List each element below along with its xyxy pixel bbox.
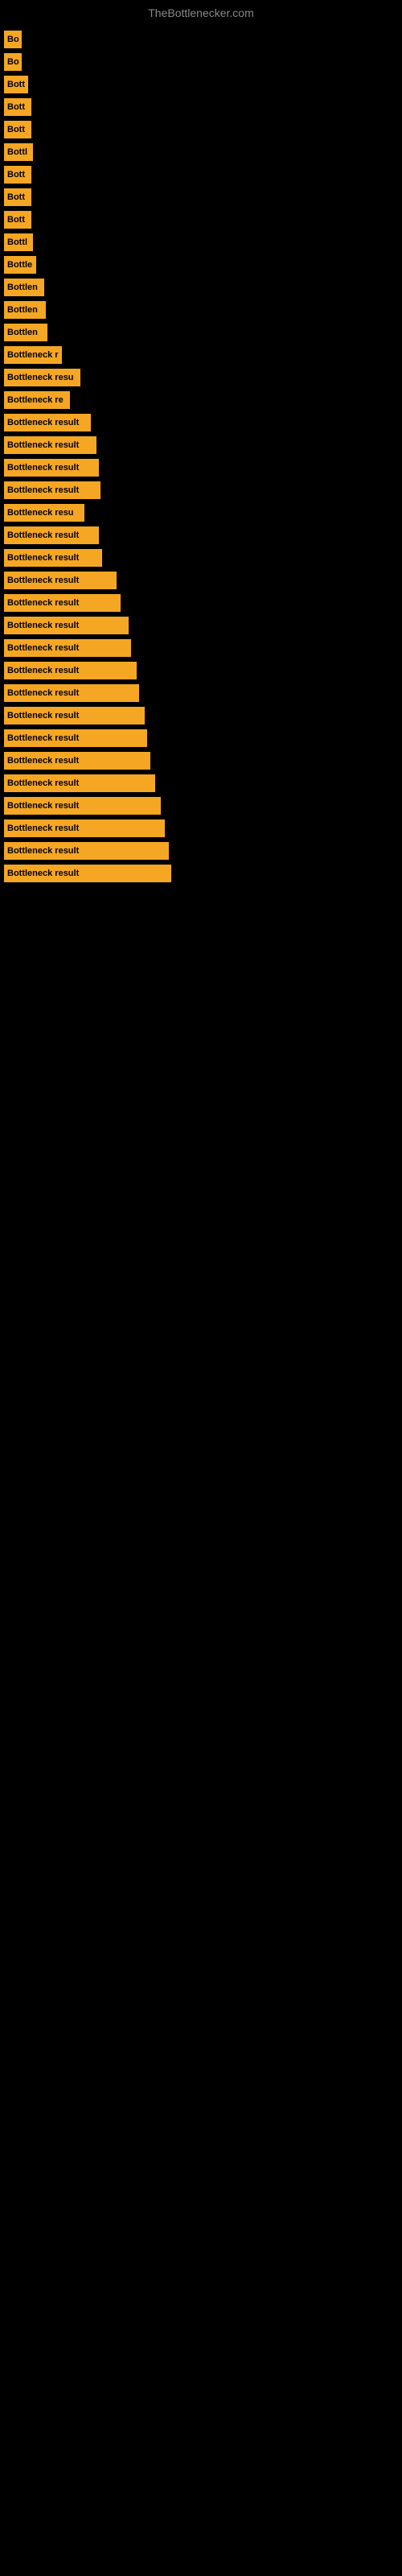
list-item: Bottleneck resu	[4, 369, 398, 386]
bottleneck-label: Bo	[4, 31, 22, 48]
list-item: Bott	[4, 166, 398, 184]
bottleneck-label: Bott	[4, 188, 31, 206]
bottleneck-label: Bottleneck resu	[4, 504, 84, 522]
bottleneck-label: Bottle	[4, 256, 36, 274]
bottleneck-label: Bo	[4, 53, 22, 71]
list-item: Bottleneck resu	[4, 504, 398, 522]
list-item: Bottleneck result	[4, 617, 398, 634]
bottleneck-label: Bott	[4, 121, 31, 138]
list-item: Bottlen	[4, 324, 398, 341]
bottleneck-label: Bottleneck result	[4, 865, 171, 882]
list-item: Bottleneck r	[4, 346, 398, 364]
bottleneck-label: Bottlen	[4, 279, 44, 296]
bottleneck-label: Bott	[4, 211, 31, 229]
bottleneck-label: Bottl	[4, 143, 33, 161]
bottleneck-label: Bottleneck re	[4, 391, 70, 409]
bottleneck-label: Bottleneck result	[4, 481, 100, 499]
site-title: TheBottlenecker.com	[0, 0, 402, 23]
list-item: Bottleneck result	[4, 594, 398, 612]
list-item: Bottleneck result	[4, 481, 398, 499]
list-item: Bottleneck re	[4, 391, 398, 409]
bottleneck-label: Bottleneck result	[4, 819, 165, 837]
list-item: Bottleneck result	[4, 639, 398, 657]
bottleneck-label: Bottleneck result	[4, 842, 169, 860]
list-item: Bottleneck result	[4, 774, 398, 792]
bottleneck-label: Bottl	[4, 233, 33, 251]
list-item: Bottle	[4, 256, 398, 274]
list-item: Bottleneck result	[4, 729, 398, 747]
list-item: Bottleneck result	[4, 797, 398, 815]
items-container: Bo Bo Bott Bott Bott Bottl Bott Bott Bott Bottl Bo…	[0, 23, 402, 895]
bottleneck-label: Bottleneck result	[4, 459, 99, 477]
list-item: Bottl	[4, 143, 398, 161]
bottleneck-label: Bottleneck r	[4, 346, 62, 364]
bottleneck-label: Bott	[4, 166, 31, 184]
bottleneck-label: Bottlen	[4, 301, 46, 319]
list-item: Bottleneck result	[4, 436, 398, 454]
list-item: Bott	[4, 211, 398, 229]
bottleneck-label: Bottleneck result	[4, 752, 150, 770]
list-item: Bott	[4, 188, 398, 206]
bottleneck-label: Bottleneck result	[4, 572, 117, 589]
bottleneck-label: Bottlen	[4, 324, 47, 341]
bottleneck-label: Bott	[4, 98, 31, 116]
list-item: Bott	[4, 121, 398, 138]
bottleneck-label: Bottleneck result	[4, 436, 96, 454]
bottleneck-label: Bottleneck resu	[4, 369, 80, 386]
bottleneck-label: Bott	[4, 76, 28, 93]
bottleneck-label: Bottleneck result	[4, 684, 139, 702]
list-item: Bottleneck result	[4, 459, 398, 477]
list-item: Bott	[4, 76, 398, 93]
list-item: Bottl	[4, 233, 398, 251]
list-item: Bottleneck result	[4, 752, 398, 770]
list-item: Bottleneck result	[4, 819, 398, 837]
list-item: Bottleneck result	[4, 414, 398, 431]
list-item: Bottlen	[4, 279, 398, 296]
list-item: Bottleneck result	[4, 662, 398, 679]
list-item: Bo	[4, 53, 398, 71]
bottleneck-label: Bottleneck result	[4, 414, 91, 431]
bottleneck-label: Bottleneck result	[4, 707, 145, 724]
bottleneck-label: Bottleneck result	[4, 729, 147, 747]
list-item: Bottleneck result	[4, 572, 398, 589]
list-item: Bottleneck result	[4, 842, 398, 860]
list-item: Bottleneck result	[4, 865, 398, 882]
bottleneck-label: Bottleneck result	[4, 617, 129, 634]
list-item: Bottlen	[4, 301, 398, 319]
list-item: Bottleneck result	[4, 707, 398, 724]
bottleneck-label: Bottleneck result	[4, 662, 137, 679]
bottleneck-label: Bottleneck result	[4, 549, 102, 567]
bottleneck-label: Bottleneck result	[4, 797, 161, 815]
list-item: Bottleneck result	[4, 684, 398, 702]
bottleneck-label: Bottleneck result	[4, 526, 99, 544]
list-item: Bottleneck result	[4, 549, 398, 567]
list-item: Bott	[4, 98, 398, 116]
list-item: Bo	[4, 31, 398, 48]
bottleneck-label: Bottleneck result	[4, 639, 131, 657]
list-item: Bottleneck result	[4, 526, 398, 544]
bottleneck-label: Bottleneck result	[4, 594, 121, 612]
bottleneck-label: Bottleneck result	[4, 774, 155, 792]
